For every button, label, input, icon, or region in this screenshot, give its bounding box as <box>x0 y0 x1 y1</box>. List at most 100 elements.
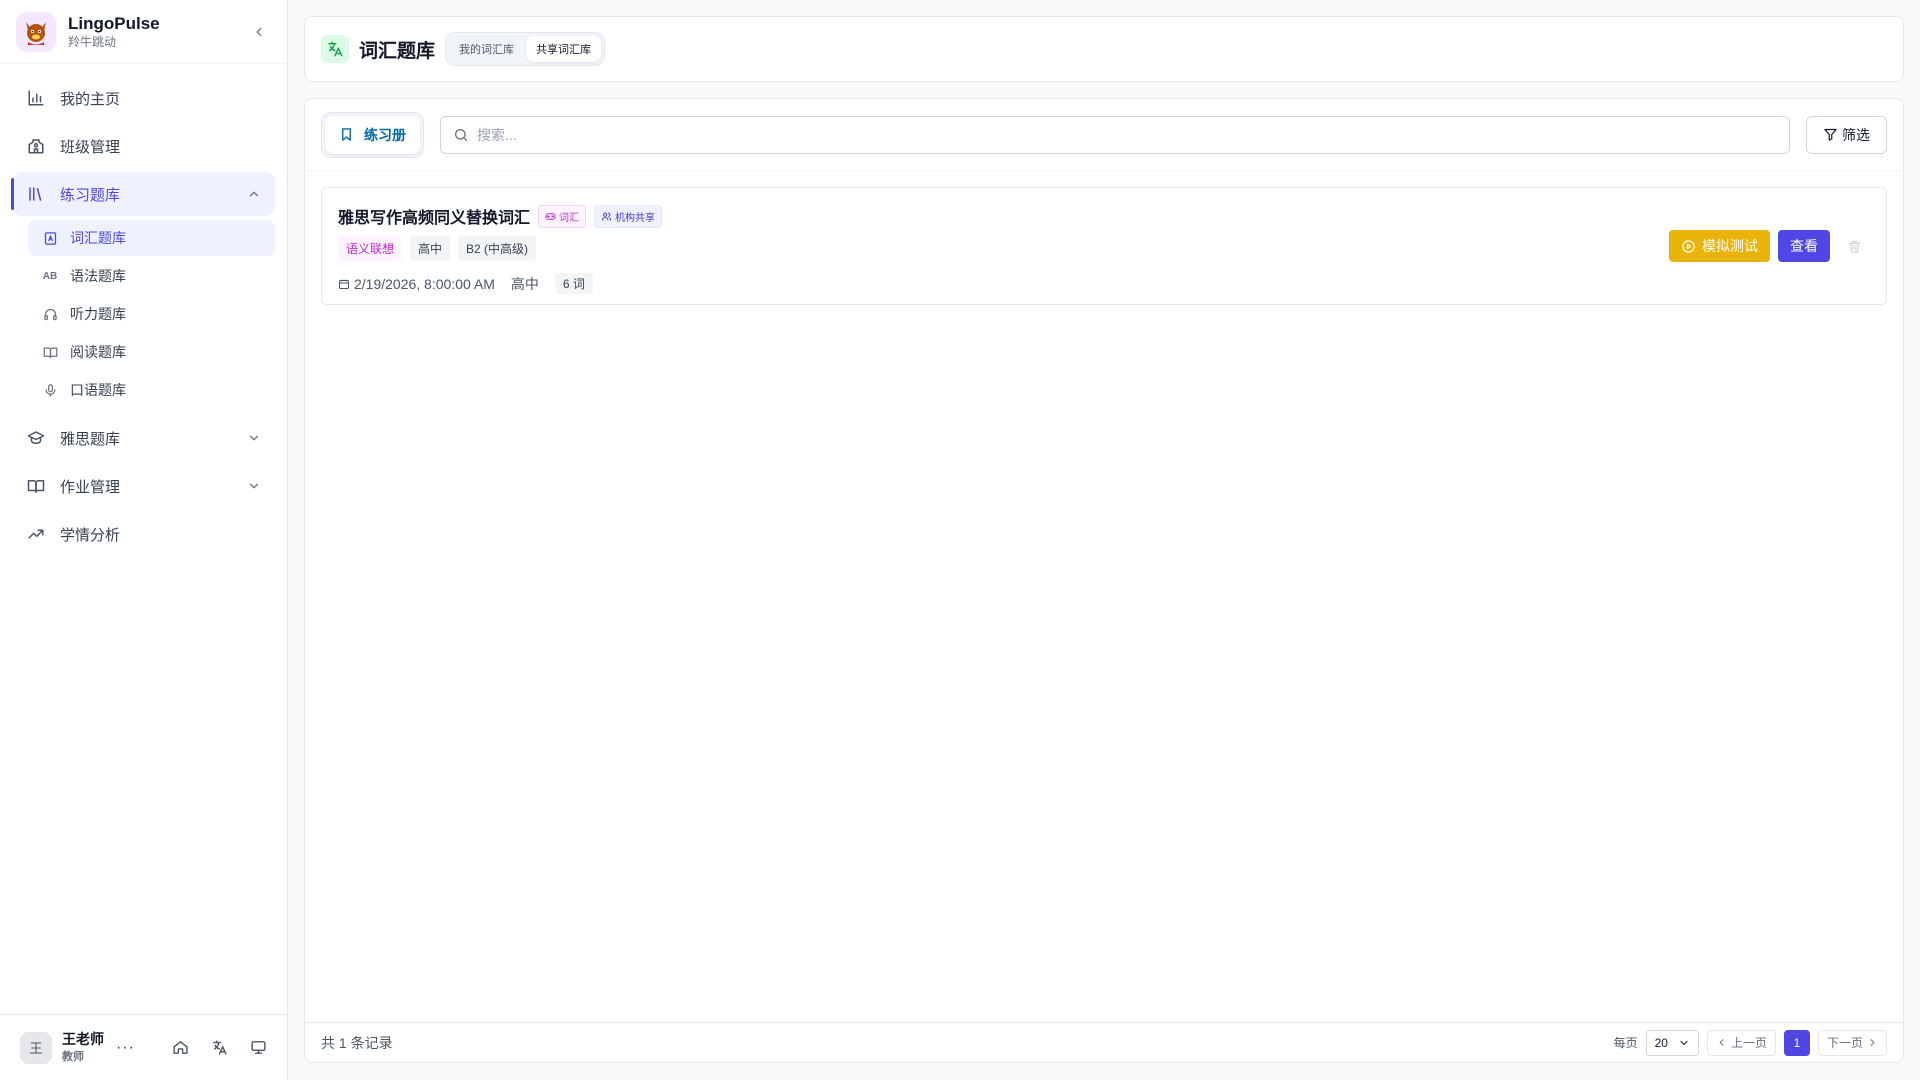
tag-grade: 高中 <box>410 236 451 261</box>
translate-icon <box>321 35 349 63</box>
library-icon <box>26 184 46 204</box>
user-role: 教师 <box>62 1051 84 1063</box>
trash-icon <box>1848 240 1860 253</box>
total-records: 共 1 条记录 <box>321 1034 393 1051</box>
graduation-cap-icon <box>26 428 46 448</box>
next-page-button[interactable]: 下一页 <box>1817 1029 1887 1056</box>
filter-label: 筛选 <box>1842 126 1870 143</box>
filter-icon <box>1824 128 1837 141</box>
mock-test-button[interactable]: 模拟测试 <box>1669 230 1770 262</box>
sidebar-item-practice-bank[interactable]: 练习题库 <box>11 172 275 216</box>
app-logo[interactable] <box>16 11 56 52</box>
prev-page-button[interactable]: 上一页 <box>1706 1029 1776 1056</box>
tab-workbook[interactable]: 练习册 <box>325 115 420 154</box>
book-open-icon <box>42 344 58 360</box>
gamepad-icon <box>545 212 556 220</box>
word-count-badge: 6 词 <box>554 273 593 294</box>
trending-up-icon <box>26 524 46 544</box>
chevron-right-icon <box>1870 1039 1875 1046</box>
item-tags: 语义联想 高中 B2 (中高级) <box>338 236 1870 261</box>
translate-icon[interactable] <box>211 1039 228 1056</box>
delete-button[interactable] <box>1838 230 1870 262</box>
app-name: LingoPulse <box>68 13 160 33</box>
chevron-left-icon <box>256 27 262 36</box>
grammar-ab-icon: AB <box>42 270 58 282</box>
sidebar-item-reading-bank[interactable]: 阅读题库 <box>28 334 275 370</box>
bookmark-icon <box>342 128 351 141</box>
list-footer: 共 1 条记录 每页 20 上一页 1 下一页 <box>305 1022 1903 1062</box>
page-number-current[interactable]: 1 <box>1783 1029 1810 1056</box>
item-actions: 模拟测试 查看 <box>1669 230 1870 262</box>
sidebar-item-label: 我的主页 <box>60 90 121 108</box>
vocab-book-icon <box>42 230 58 246</box>
item-grade: 高中 <box>510 275 539 292</box>
user-tools <box>172 1039 267 1056</box>
microphone-icon <box>42 382 58 398</box>
more-icon[interactable]: ··· <box>116 1039 135 1057</box>
bar-chart-icon <box>26 88 46 108</box>
brand: LingoPulse 羚牛跳动 <box>0 0 287 64</box>
sidebar-sub-label: 词汇题库 <box>70 230 126 246</box>
sidebar-sub-label: 听力题库 <box>70 306 126 322</box>
sidebar-item-listening-bank[interactable]: 听力题库 <box>28 296 275 332</box>
tab-my-vocab[interactable]: 我的词汇库 <box>449 36 524 62</box>
calendar-icon <box>339 279 349 289</box>
sidebar-item-vocab-bank[interactable]: 词汇题库 <box>28 220 275 256</box>
sidebar-item-label: 学情分析 <box>60 526 121 544</box>
sidebar-nav: 我的主页 班级管理 练习题库 词汇题库 AB 语法题库 听力题库 阅读题库 口语… <box>0 64 287 1014</box>
collapse-sidebar-button[interactable] <box>247 20 271 44</box>
item-title: 雅思写作高频同义替换词汇 <box>338 210 531 227</box>
view-button[interactable]: 查看 <box>1778 230 1830 262</box>
search-icon <box>453 127 469 143</box>
chevron-up-icon <box>247 187 261 201</box>
sidebar-item-home[interactable]: 我的主页 <box>12 76 275 120</box>
user-bar: 王 王老师 教师 ··· <box>0 1014 287 1080</box>
sidebar-item-label: 班级管理 <box>60 138 121 156</box>
content-panel: 练习册 筛选 雅思写作高频同义替换词汇 词汇 机构共享 语 <box>304 98 1904 1063</box>
users-icon <box>601 212 612 221</box>
item-meta: 2/19/2026, 8:00:00 AM 高中 6 词 <box>338 273 1870 294</box>
view-tabs: 练习册 <box>321 111 424 158</box>
play-circle-icon <box>1682 239 1695 253</box>
sidebar-item-classes[interactable]: 班级管理 <box>12 124 275 168</box>
page-size-select[interactable]: 20 <box>1645 1029 1699 1056</box>
page-title: 词汇题库 <box>359 40 436 62</box>
pagination: 每页 20 上一页 1 下一页 <box>1613 1029 1887 1056</box>
sidebar-item-label: 作业管理 <box>60 478 121 496</box>
sidebar-sub-label: 语法题库 <box>70 268 126 284</box>
filter-button[interactable]: 筛选 <box>1806 115 1887 154</box>
user-name: 王老师 <box>62 1031 104 1047</box>
book-open-icon <box>26 476 46 496</box>
sidebar-sub-label: 口语题库 <box>70 382 126 398</box>
sidebar-item-label: 练习题库 <box>60 186 121 204</box>
search-box <box>440 115 1790 154</box>
chevron-down-icon <box>247 431 261 445</box>
sidebar: LingoPulse 羚牛跳动 我的主页 班级管理 练习题库 词汇题库 AB 语… <box>0 0 288 1080</box>
home-icon[interactable] <box>172 1039 189 1056</box>
chevron-left-icon <box>1719 1039 1724 1046</box>
sidebar-item-grammar-bank[interactable]: AB 语法题库 <box>28 258 275 294</box>
app-subtitle: 羚牛跳动 <box>68 34 117 49</box>
page-header: 词汇题库 我的词汇库 共享词汇库 <box>304 16 1904 82</box>
sidebar-sub-label: 阅读题库 <box>70 344 126 360</box>
tag-level: B2 (中高级) <box>458 236 537 261</box>
tab-shared-vocab[interactable]: 共享词汇库 <box>526 36 602 62</box>
tag-category: 语义联想 <box>338 236 403 261</box>
list-item[interactable]: 雅思写作高频同义替换词汇 词汇 机构共享 语义联想 高中 B2 (中高级) 2/… <box>321 187 1887 305</box>
headphones-icon <box>42 306 58 322</box>
per-page-label: 每页 <box>1613 1036 1638 1050</box>
sidebar-item-ielts-bank[interactable]: 雅思题库 <box>12 416 275 460</box>
tab-workbook-label: 练习册 <box>364 126 406 143</box>
search-input[interactable] <box>477 126 1777 143</box>
sidebar-item-speaking-bank[interactable]: 口语题库 <box>28 372 275 408</box>
item-date: 2/19/2026, 8:00:00 AM <box>338 276 495 292</box>
share-badge: 机构共享 <box>594 204 663 228</box>
monitor-icon[interactable] <box>250 1039 267 1056</box>
chevron-down-icon <box>247 479 261 493</box>
sidebar-item-analytics[interactable]: 学情分析 <box>12 512 275 556</box>
library-scope-switch: 我的词汇库 共享词汇库 <box>445 32 606 66</box>
practice-bank-subnav: 词汇题库 AB 语法题库 听力题库 阅读题库 口语题库 <box>28 220 275 408</box>
sidebar-item-homework[interactable]: 作业管理 <box>12 464 275 508</box>
avatar[interactable]: 王 <box>20 1031 52 1064</box>
school-icon <box>26 136 46 156</box>
